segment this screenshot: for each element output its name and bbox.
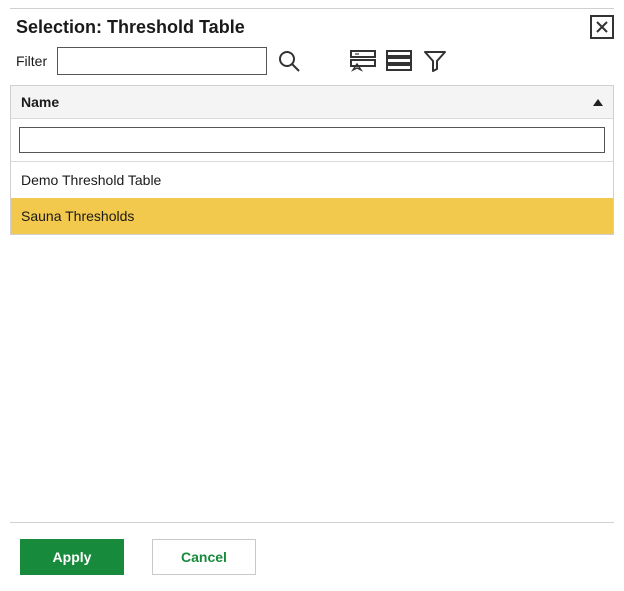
dialog-footer: Apply Cancel (10, 522, 614, 591)
table-row[interactable]: Demo Threshold Table (11, 162, 613, 198)
table-row-name: Demo Threshold Table (21, 172, 161, 188)
column-filter-input[interactable] (19, 127, 605, 153)
filter-row: Filter (0, 47, 624, 85)
dialog-header: Selection: Threshold Table (0, 9, 624, 47)
apply-button-label: Apply (53, 549, 92, 565)
close-icon (595, 20, 609, 34)
search-icon (277, 49, 301, 73)
table-row-name: Sauna Thresholds (21, 208, 134, 224)
search-button[interactable] (275, 47, 303, 75)
spacer (0, 235, 624, 522)
filter-label: Filter (16, 53, 47, 69)
table: Name Demo Threshold Table Sauna Threshold… (10, 85, 614, 235)
clear-selection-button[interactable] (349, 47, 377, 75)
filter-button[interactable] (421, 47, 449, 75)
apply-button[interactable]: Apply (20, 539, 124, 575)
dialog-title: Selection: Threshold Table (16, 17, 245, 38)
clear-selection-icon (350, 50, 376, 72)
sort-asc-icon (593, 99, 603, 106)
table-row[interactable]: Sauna Thresholds (11, 198, 613, 234)
cancel-button-label: Cancel (181, 549, 227, 565)
select-all-icon (386, 50, 412, 72)
select-all-button[interactable] (385, 47, 413, 75)
cancel-button[interactable]: Cancel (152, 539, 256, 575)
column-filter-row (11, 119, 613, 162)
close-button[interactable] (590, 15, 614, 39)
filter-input[interactable] (57, 47, 267, 75)
funnel-icon (423, 50, 447, 72)
column-header-label: Name (21, 94, 59, 110)
column-header-name[interactable]: Name (11, 86, 613, 119)
